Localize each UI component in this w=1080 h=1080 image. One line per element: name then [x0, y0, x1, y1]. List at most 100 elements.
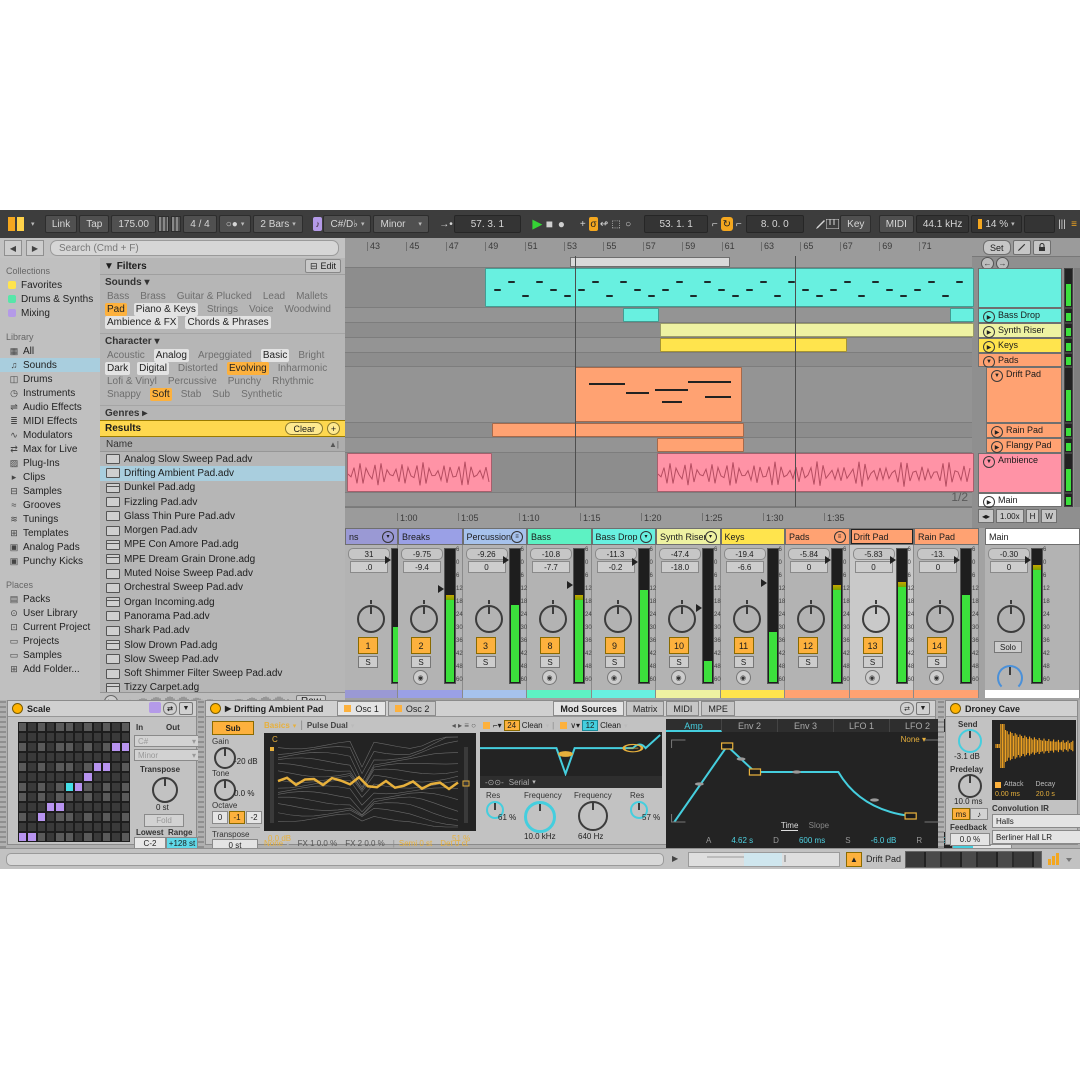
arm-button[interactable]: ◉: [864, 670, 880, 685]
scale-grid-cell[interactable]: [92, 752, 102, 762]
track-header-keys[interactable]: ▶ Keys: [978, 338, 1062, 353]
genres-section-header[interactable]: Genres ▸: [100, 405, 345, 420]
scale-grid-cell[interactable]: [46, 732, 56, 742]
drift-device-title[interactable]: Drifting Ambient Pad: [234, 704, 323, 714]
solo-button[interactable]: S: [411, 656, 431, 668]
draw-automation-button[interactable]: [1012, 240, 1031, 255]
sidebar-item-audio-effects[interactable]: ⇌ Audio Effects: [0, 400, 100, 414]
scale-grid-cell[interactable]: [64, 792, 74, 802]
track-activator-number[interactable]: 8: [540, 637, 560, 654]
track-lane[interactable]: [345, 308, 974, 323]
volume-arrow-marker[interactable]: [954, 556, 960, 564]
hot-swap-icon[interactable]: ⇄: [900, 702, 914, 715]
mixer-strip-bass-drop[interactable]: -11.3 -0.2 6 0 6 12 18 24 30 36 42 48 60 9 S ◉: [591, 545, 656, 690]
track-header-flangy-pad[interactable]: ▶ Flangy Pad: [986, 438, 1062, 453]
peak-level-display[interactable]: 31: [348, 548, 390, 560]
scale-grid-cell[interactable]: [111, 732, 121, 742]
filter-routing-bar[interactable]: -⊙⊙- Serial ▾: [480, 776, 662, 788]
arm-button[interactable]: ◉: [671, 670, 686, 685]
clip[interactable]: [492, 423, 744, 437]
track-lane[interactable]: [345, 338, 972, 353]
scale-grid-cell[interactable]: [102, 772, 112, 782]
track-activator-number[interactable]: 14: [927, 637, 947, 654]
scale-grid-cell[interactable]: [102, 732, 112, 742]
ir-attack-toggle[interactable]: [995, 781, 1001, 788]
scale-grid-cell[interactable]: [83, 722, 93, 732]
pan-knob[interactable]: [410, 600, 438, 633]
scale-grid-cell[interactable]: [120, 822, 130, 832]
sidebar-item-all[interactable]: ▦ All: [0, 344, 100, 358]
scale-grid-cell[interactable]: [92, 732, 102, 742]
sidebar-item-tunings[interactable]: ≋ Tunings: [0, 512, 100, 526]
scale-grid-cell[interactable]: [18, 782, 28, 792]
peak-level-display[interactable]: -19.4: [723, 548, 766, 560]
scale-grid-cell[interactable]: [18, 732, 28, 742]
scale-grid-cell[interactable]: [64, 812, 74, 822]
track-header-main[interactable]: ▶ Main: [978, 493, 1062, 508]
filter-tag-evolving[interactable]: Evolving: [226, 362, 269, 375]
filter-tag-analog[interactable]: Analog: [153, 349, 189, 362]
filter-tag-bass[interactable]: Bass: [105, 290, 131, 303]
list-item[interactable]: MPE Con Amore Pad.adg: [100, 538, 345, 552]
volume-arrow-marker[interactable]: [385, 556, 391, 564]
scale-root-select[interactable]: C# ▾: [134, 735, 199, 747]
track-lane[interactable]: [345, 323, 974, 338]
scale-grid-cell[interactable]: [27, 782, 37, 792]
list-item[interactable]: Orchestral Sweep Pad.adv: [100, 581, 345, 595]
track-fold-icon[interactable]: ▾: [704, 530, 717, 543]
solo-button[interactable]: S: [604, 656, 625, 668]
track-fold-icon[interactable]: ▼: [983, 456, 995, 468]
crossfade-knob[interactable]: [997, 665, 1023, 691]
scale-grid-cell-active[interactable]: [18, 832, 28, 842]
arrangement-position[interactable]: 57. 3. 1: [453, 215, 522, 233]
scale-device-title[interactable]: Scale: [27, 704, 51, 714]
scale-grid-cell[interactable]: [111, 752, 121, 762]
save-preset-icon[interactable]: ▼: [916, 702, 930, 715]
device-chain-overview[interactable]: [905, 851, 1042, 868]
mixer-strip-keys[interactable]: -19.4 -6.6 6 0 6 12 18 24 30 36 42 48 60 11 S ◉: [720, 545, 785, 690]
filter2-on-toggle[interactable]: [560, 722, 568, 729]
track-activator-number[interactable]: 10: [669, 637, 689, 654]
sidebar-item-analog-pads[interactable]: ▣ Analog Pads: [0, 540, 100, 554]
logo-caret-icon[interactable]: ▾: [31, 220, 35, 228]
sidebar-item-projects[interactable]: ▭ Projects: [0, 634, 100, 648]
scale-grid-cell[interactable]: [55, 822, 65, 832]
volume-arrow-marker[interactable]: [1025, 556, 1031, 564]
scale-grid-cell[interactable]: [83, 812, 93, 822]
automation-arm-icon[interactable]: σ: [588, 217, 599, 231]
time-signature-field[interactable]: 4 / 4: [183, 215, 217, 233]
tab-mpe[interactable]: MPE: [701, 701, 735, 716]
drift-wavetable-display[interactable]: C: [264, 733, 476, 831]
output-meter-icon[interactable]: [1048, 853, 1059, 865]
scale-grid-cell[interactable]: [55, 812, 65, 822]
scale-grid-cell[interactable]: [83, 742, 93, 752]
scale-grid-cell[interactable]: [111, 822, 121, 832]
filter-tag-woodwind[interactable]: Woodwind: [282, 303, 333, 316]
filter-tag-piano-keys[interactable]: Piano & Keys: [133, 303, 198, 316]
scale-grid-cell[interactable]: [111, 792, 121, 802]
mixer-strip-bass[interactable]: -10.8 -7.7 6 0 6 12 18 24 30 36 42 48 60 8 S ◉: [527, 545, 592, 690]
scale-grid-cell[interactable]: [46, 792, 56, 802]
scale-grid-cell[interactable]: [46, 742, 56, 752]
filter-tag-pad[interactable]: Pad: [105, 303, 127, 316]
tap-tempo-button[interactable]: Tap: [79, 215, 110, 233]
drift-tone-value[interactable]: 0.0 %: [234, 789, 254, 798]
scale-grid-cell[interactable]: [64, 762, 74, 772]
arm-button[interactable]: ◉: [929, 670, 944, 685]
clip[interactable]: [660, 338, 847, 352]
drift-detune-value[interactable]: Det 0 ct: [440, 839, 468, 848]
mixer-strip-breaks[interactable]: -9.75 -9.4 6 0 6 12 18 24 30 36 42 48 60 2 S ◉: [398, 545, 463, 690]
scale-grid-cell[interactable]: [92, 772, 102, 782]
filter2-freq-value[interactable]: 640 Hz: [578, 832, 603, 841]
scale-grid-cell[interactable]: [55, 732, 65, 742]
filter1-mode[interactable]: Clean: [522, 721, 543, 730]
filter-tag-ambience-fx[interactable]: Ambience & FX: [105, 316, 179, 329]
scale-grid-cell[interactable]: [36, 792, 46, 802]
filter-tag-rhythmic[interactable]: Rhythmic: [270, 375, 316, 388]
ir-attack-value[interactable]: 0.00 ms: [995, 791, 1020, 798]
filter2-res-value[interactable]: 57 %: [642, 813, 660, 822]
scale-grid-cell[interactable]: [120, 772, 130, 782]
scale-grid-cell[interactable]: [64, 822, 74, 832]
scale-grid-cell[interactable]: [74, 722, 84, 732]
scale-name-select[interactable]: Minor ▾: [134, 749, 199, 761]
